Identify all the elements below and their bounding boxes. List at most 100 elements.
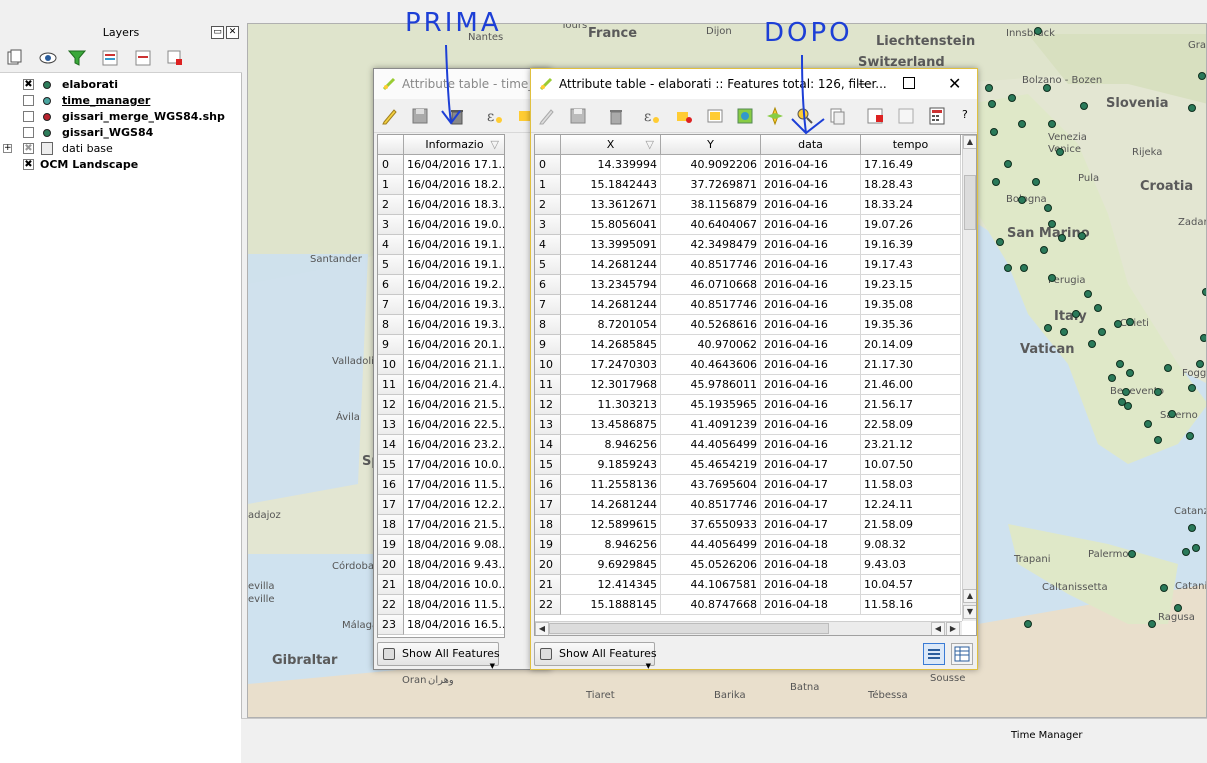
table-cell[interactable]: 37.7269871 — [661, 175, 761, 195]
select-all-icon[interactable] — [674, 106, 694, 126]
scroll-down-button[interactable]: ▼ — [963, 605, 976, 619]
layer-item-time-manager[interactable]: time_manager — [0, 93, 240, 109]
row-header[interactable]: 5 — [378, 255, 404, 275]
row-header[interactable]: 16 — [535, 475, 561, 495]
row-header[interactable]: 0 — [378, 155, 404, 175]
row-header[interactable]: 2 — [378, 195, 404, 215]
row-header[interactable]: 16 — [378, 475, 404, 495]
row-header[interactable]: 13 — [535, 415, 561, 435]
table-cell[interactable]: 12.5899615 — [561, 515, 661, 535]
invert-selection-icon[interactable] — [705, 106, 725, 126]
row-header[interactable]: 21 — [378, 575, 404, 595]
row-header[interactable]: 4 — [378, 235, 404, 255]
table-cell[interactable]: 13.2345794 — [561, 275, 661, 295]
collapse-all-icon[interactable] — [133, 48, 153, 68]
table-cell[interactable]: 15.8056041 — [561, 215, 661, 235]
row-header[interactable]: 15 — [535, 455, 561, 475]
table-cell[interactable]: 46.0710668 — [661, 275, 761, 295]
row-header[interactable]: 9 — [378, 335, 404, 355]
table-cell[interactable]: 15.1842443 — [561, 175, 661, 195]
table-cell[interactable]: 10.04.57 — [861, 575, 961, 595]
table-cell[interactable]: 11.2558136 — [561, 475, 661, 495]
remove-layer-icon[interactable] — [165, 48, 185, 68]
table-cell[interactable]: 21.56.17 — [861, 395, 961, 415]
table-cell[interactable]: 18.33.24 — [861, 195, 961, 215]
pan-to-selected-icon[interactable] — [765, 106, 785, 126]
scroll-up-button[interactable]: ▲ — [963, 135, 976, 149]
select-by-expression-icon[interactable]: ε — [641, 106, 661, 126]
table-cell[interactable]: 16/04/2016 19.0... — [404, 215, 504, 235]
table-cell[interactable]: 19.07.26 — [861, 215, 961, 235]
table-cell[interactable]: 17/04/2016 21.5... — [404, 515, 504, 535]
float-panel-button[interactable]: ▭ — [211, 26, 224, 39]
table-cell[interactable]: 13.4586875 — [561, 415, 661, 435]
row-header[interactable]: 23 — [378, 615, 404, 635]
column-header-tempo[interactable]: tempo — [861, 135, 961, 155]
table-cell[interactable]: 16/04/2016 17.1... — [404, 155, 504, 175]
scroll-right-button[interactable]: ▶ — [946, 622, 960, 635]
column-header-x[interactable]: X ▽ — [561, 135, 661, 155]
table-cell[interactable]: 11.58.03 — [861, 475, 961, 495]
row-header[interactable]: 18 — [535, 515, 561, 535]
table-cell[interactable]: 9.6929845 — [561, 555, 661, 575]
expand-icon[interactable]: + — [3, 144, 12, 153]
table-cell[interactable]: 45.1935965 — [661, 395, 761, 415]
row-header[interactable]: 17 — [535, 495, 561, 515]
layer-item-elaborati[interactable]: ✖ elaborati — [0, 77, 240, 93]
field-calculator-icon[interactable] — [927, 106, 947, 126]
row-header[interactable]: 5 — [535, 255, 561, 275]
row-header[interactable]: 1 — [378, 175, 404, 195]
row-header[interactable]: 2 — [535, 195, 561, 215]
table-cell[interactable]: 14.339994 — [561, 155, 661, 175]
table-cell[interactable]: 2016-04-16 — [761, 295, 861, 315]
table-cell[interactable]: 9.43.03 — [861, 555, 961, 575]
minimize-button[interactable]: — — [858, 69, 872, 99]
table-cell[interactable]: 2016-04-16 — [761, 195, 861, 215]
table-cell[interactable]: 2016-04-17 — [761, 455, 861, 475]
scroll-left-button[interactable]: ◀ — [535, 622, 549, 635]
close-panel-button[interactable]: ✕ — [226, 26, 239, 39]
table-cell[interactable]: 16/04/2016 23.2... — [404, 435, 504, 455]
table-cell[interactable]: 2016-04-16 — [761, 435, 861, 455]
show-all-features-button[interactable]: Show All Features ▼ — [377, 642, 500, 670]
table-cell[interactable]: 21.17.30 — [861, 355, 961, 375]
table-cell[interactable]: 2016-04-17 — [761, 515, 861, 535]
table-view-button[interactable] — [951, 643, 973, 665]
toggle-edit-pencil-icon[interactable] — [380, 106, 400, 126]
close-window-button[interactable]: ✕ — [948, 69, 961, 99]
row-header[interactable]: 6 — [378, 275, 404, 295]
table-cell[interactable]: 14.2681244 — [561, 255, 661, 275]
table-cell[interactable]: 12.3017968 — [561, 375, 661, 395]
table-cell[interactable]: 22.58.09 — [861, 415, 961, 435]
select-by-expression-icon[interactable]: ε — [484, 106, 504, 126]
table-cell[interactable]: 42.3498479 — [661, 235, 761, 255]
table-cell[interactable]: 2016-04-16 — [761, 275, 861, 295]
row-header[interactable]: 11 — [378, 375, 404, 395]
table-cell[interactable]: 18/04/2016 16.5... — [404, 615, 504, 635]
table-cell[interactable]: 16/04/2016 21.5... — [404, 395, 504, 415]
table-cell[interactable]: 16/04/2016 21.1... — [404, 355, 504, 375]
table-cell[interactable]: 11.303213 — [561, 395, 661, 415]
row-header[interactable]: 0 — [535, 155, 561, 175]
corner-header[interactable] — [535, 135, 561, 155]
table-cell[interactable]: 19.23.15 — [861, 275, 961, 295]
layer-visibility-checkbox[interactable] — [23, 95, 34, 106]
table-cell[interactable]: 40.8517746 — [661, 495, 761, 515]
table-cell[interactable]: 2016-04-16 — [761, 175, 861, 195]
layer-visibility-checkbox[interactable]: ✖ — [23, 159, 34, 170]
add-group-icon[interactable] — [4, 48, 24, 68]
row-header[interactable]: 19 — [535, 535, 561, 555]
table-cell[interactable]: 18/04/2016 9.43... — [404, 555, 504, 575]
table-cell[interactable]: 17.2470303 — [561, 355, 661, 375]
attribute-table-window-time-manager[interactable]: Attribute table - time_m ε Informazio ▽ 0… — [373, 68, 551, 670]
row-header[interactable]: 8 — [535, 315, 561, 335]
table-cell[interactable]: 12.24.11 — [861, 495, 961, 515]
table-cell[interactable]: 40.8517746 — [661, 255, 761, 275]
row-header[interactable]: 6 — [535, 275, 561, 295]
table-cell[interactable]: 2016-04-16 — [761, 235, 861, 255]
table-cell[interactable]: 11.58.16 — [861, 595, 961, 615]
layer-visibility-checkbox[interactable]: ✖ — [23, 79, 34, 90]
attribute-grid[interactable]: Informazio ▽ 0 16/04/2016 17.1... 1 16/04/20… — [377, 134, 505, 638]
table-cell[interactable]: 16/04/2016 19.3... — [404, 295, 504, 315]
row-header[interactable]: 12 — [535, 395, 561, 415]
